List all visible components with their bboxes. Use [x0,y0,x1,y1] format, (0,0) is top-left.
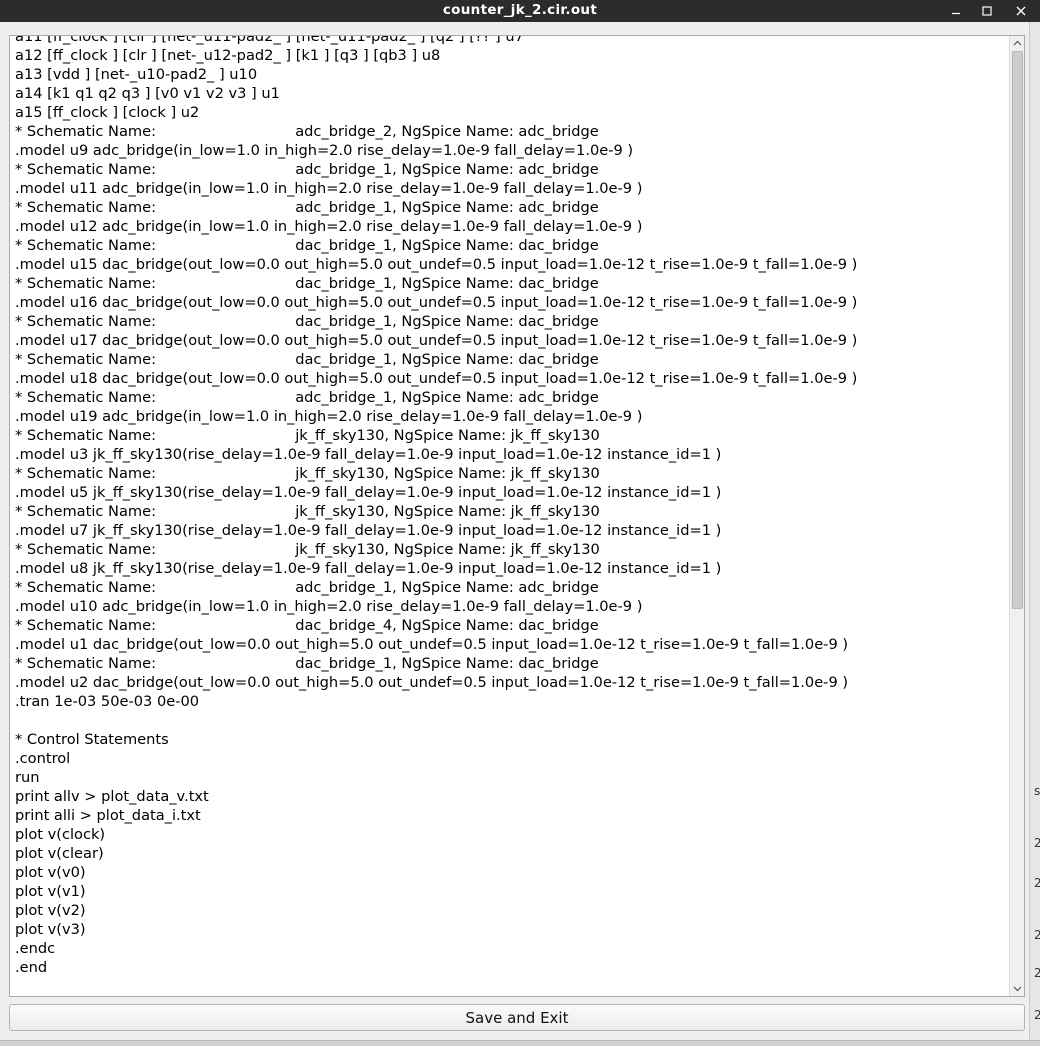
text-line: a14 [k1 q1 q2 q3 ] [v0 v1 v2 v3 ] u1 [15,85,280,102]
maximize-icon [982,6,992,16]
maximize-button[interactable] [972,0,1002,22]
text-line: print alli > plot_data_i.txt [15,807,201,824]
text-line: a13 [vdd ] [net-_u10-pad2_ ] u10 [15,66,258,83]
text-line: run [15,769,40,786]
background-glyph: 2 [1034,928,1040,942]
background-glyph: 2 [1034,836,1040,850]
text-line [15,711,1010,730]
text-line: * Schematic Name: dac_bridge_4, NgSpice … [15,617,599,634]
background-glyph: 2 [1034,1008,1040,1022]
text-line: .end [15,959,48,976]
scroll-down-button[interactable] [1010,982,1024,996]
text-line: a12 [ff_clock ] [clr ] [net-_u12-pad2_ ]… [15,47,441,64]
text-line: * Schematic Name: adc_bridge_1, NgSpice … [15,199,599,216]
text-line: * Schematic Name: adc_bridge_1, NgSpice … [15,161,599,178]
chevron-down-icon [1013,986,1021,992]
text-line: * Schematic Name: dac_bridge_1, NgSpice … [15,351,599,368]
text-line: .model u11 adc_bridge(in_low=1.0 in_high… [15,180,643,197]
text-line: .model u3 jk_ff_sky130(rise_delay=1.0e-9… [15,446,722,463]
text-line: .model u5 jk_ff_sky130(rise_delay=1.0e-9… [15,484,722,501]
background-window-edge: s 2 2 2 2 2 [1029,22,1040,1046]
text-line: * Control Statements [15,731,169,748]
close-icon [1016,6,1026,16]
save-and-exit-button[interactable]: Save and Exit [9,1004,1025,1031]
bottom-strip [0,1040,1040,1046]
text-line: * Schematic Name: jk_ff_sky130, NgSpice … [15,541,600,558]
text-line: * Schematic Name: jk_ff_sky130, NgSpice … [15,503,600,520]
text-line: * Schematic Name: jk_ff_sky130, NgSpice … [15,427,600,444]
vertical-scrollbar[interactable] [1009,36,1024,996]
dialog-window: counter_jk_2.cir.out a11 [ff_clock ] [cl… [0,0,1040,1046]
text-line: .tran 1e-03 50e-03 0e-00 [15,693,200,710]
text-line: .model u18 dac_bridge(out_low=0.0 out_hi… [15,370,858,387]
text-line: .model u12 adc_bridge(in_low=1.0 in_high… [15,218,643,235]
text-line: .model u17 dac_bridge(out_low=0.0 out_hi… [15,332,858,349]
text-line: a11 [ff_clock ] [clr ] [net-_u11-pad2_ ]… [15,35,524,45]
text-line: .model u8 jk_ff_sky130(rise_delay=1.0e-9… [15,560,722,577]
text-line: plot v(v1) [15,883,86,900]
text-line: * Schematic Name: adc_bridge_2, NgSpice … [15,123,599,140]
text-line: * Schematic Name: adc_bridge_1, NgSpice … [15,579,599,596]
netlist-text[interactable]: a11 [ff_clock ] [clr ] [net-_u11-pad2_ ]… [15,35,1010,977]
text-line: .endc [15,940,56,957]
netlist-text-editor[interactable]: a11 [ff_clock ] [clr ] [net-_u11-pad2_ ]… [9,35,1025,997]
text-line: print allv > plot_data_v.txt [15,788,209,805]
minimize-button[interactable] [941,0,971,22]
text-line: * Schematic Name: dac_bridge_1, NgSpice … [15,313,599,330]
text-line: * Schematic Name: dac_bridge_1, NgSpice … [15,275,599,292]
background-glyph: s [1034,784,1040,798]
text-line: a15 [ff_clock ] [clock ] u2 [15,104,200,121]
background-glyph: 2 [1034,876,1040,890]
background-glyph: 2 [1034,966,1040,980]
text-line: plot v(clear) [15,845,104,862]
chevron-up-icon [1013,40,1021,46]
scrollbar-thumb[interactable] [1012,51,1023,609]
text-line: .control [15,750,71,767]
text-line: .model u9 adc_bridge(in_low=1.0 in_high=… [15,142,634,159]
scroll-up-button[interactable] [1010,36,1024,50]
text-line: .model u2 dac_bridge(out_low=0.0 out_hig… [15,674,849,691]
text-line: .model u15 dac_bridge(out_low=0.0 out_hi… [15,256,858,273]
text-line: plot v(v0) [15,864,86,881]
text-line: plot v(clock) [15,826,106,843]
text-line: .model u1 dac_bridge(out_low=0.0 out_hig… [15,636,849,653]
text-line: .model u10 adc_bridge(in_low=1.0 in_high… [15,598,643,615]
text-line: * Schematic Name: adc_bridge_1, NgSpice … [15,389,599,406]
window-title: counter_jk_2.cir.out [442,2,598,18]
close-button[interactable] [1006,0,1036,22]
minimize-icon [952,12,960,15]
text-line: plot v(v2) [15,902,86,919]
text-line: * Schematic Name: dac_bridge_1, NgSpice … [15,655,599,672]
text-line: .model u16 dac_bridge(out_low=0.0 out_hi… [15,294,858,311]
title-bar[interactable]: counter_jk_2.cir.out [0,0,1040,22]
text-line: .model u19 adc_bridge(in_low=1.0 in_high… [15,408,643,425]
text-line: .model u7 jk_ff_sky130(rise_delay=1.0e-9… [15,522,722,539]
text-line: * Schematic Name: dac_bridge_1, NgSpice … [15,237,599,254]
text-line: plot v(v3) [15,921,86,938]
text-line: * Schematic Name: jk_ff_sky130, NgSpice … [15,465,600,482]
